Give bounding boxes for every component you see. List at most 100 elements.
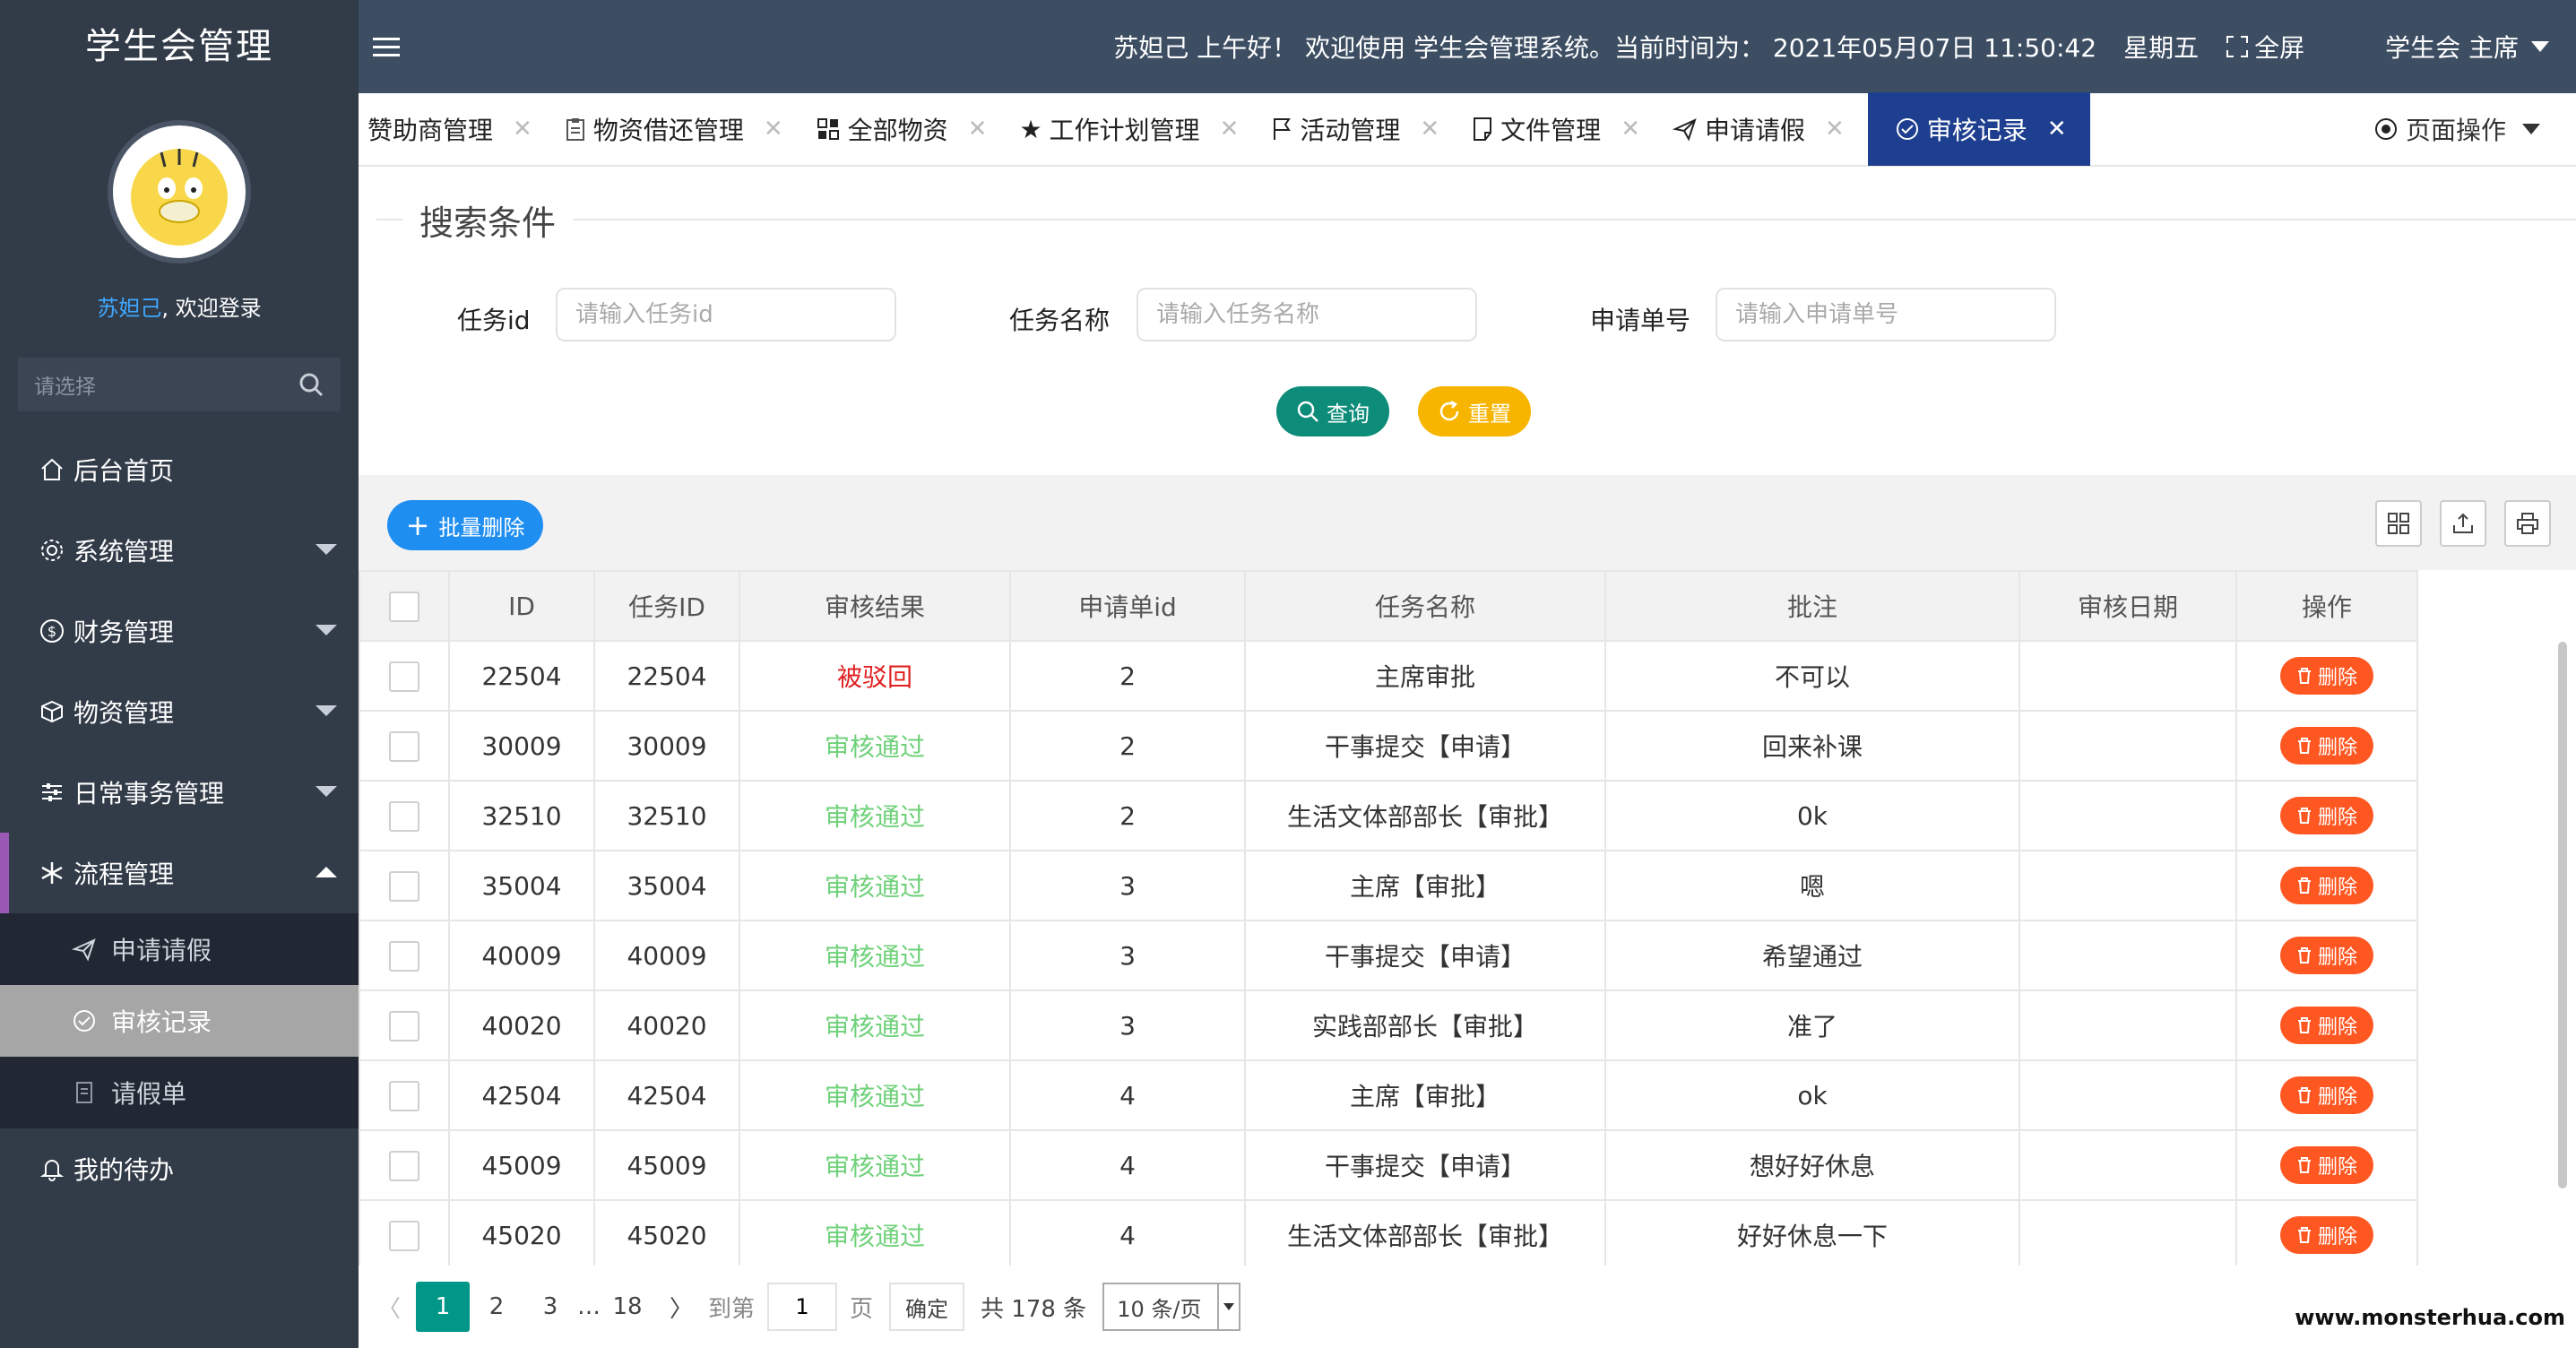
table-row[interactable]: 35004 35004 审核通过 3 主席【审批】嗯删除 <box>359 850 2418 921</box>
column-header[interactable]: 审核结果 <box>739 570 1011 642</box>
page-operations-menu[interactable]: 页面操作 <box>2373 111 2576 147</box>
delete-button[interactable]: 删除 <box>2280 867 2373 904</box>
avatar[interactable] <box>108 120 251 264</box>
tab-all-materials[interactable]: 全部物资 ✕ <box>807 92 1011 166</box>
page-button[interactable]: 18 <box>601 1282 654 1332</box>
sidebar-item-home[interactable]: 后台首页 <box>0 429 359 510</box>
row-select-cell[interactable] <box>359 710 450 782</box>
delete-button[interactable]: 删除 <box>2280 1146 2373 1184</box>
goto-page-input[interactable] <box>767 1283 838 1331</box>
row-select-cell[interactable] <box>359 850 450 921</box>
sidebar-item-process[interactable]: 流程管理 <box>0 833 359 913</box>
next-page-button[interactable]: 〉 <box>654 1282 708 1332</box>
row-checkbox[interactable] <box>389 1150 419 1181</box>
close-icon[interactable]: ✕ <box>1420 116 1439 143</box>
tab-files[interactable]: 文件管理 ✕ <box>1463 92 1664 166</box>
table-row[interactable]: 40020 40020 审核通过 3 实践部部长【审批】 准了 删除 <box>359 989 2418 1061</box>
row-select-cell[interactable] <box>359 1129 450 1201</box>
tab-work-plans[interactable]: ★ 工作计划管理 ✕ <box>1010 92 1262 166</box>
task-name-input[interactable] <box>1137 288 1477 341</box>
export-button[interactable] <box>2440 500 2486 547</box>
column-header[interactable]: 批注 <box>1604 570 2020 642</box>
row-checkbox[interactable] <box>389 661 419 692</box>
table-row[interactable]: 40009 40009 审核通过 3 干事提交【申请】 希望通过 删除 <box>359 920 2418 991</box>
select-all-cell[interactable] <box>359 570 450 642</box>
tab-material-lending[interactable]: 物资借还管理 ✕ <box>556 92 807 166</box>
columns-filter-button[interactable] <box>2375 500 2422 547</box>
row-select-cell[interactable] <box>359 989 450 1061</box>
table-row[interactable]: 45020 45020 审核通过 4 生活文体部部长【审批】 好好休息一下 删除 <box>359 1199 2418 1271</box>
application-no-input[interactable] <box>1716 288 2056 341</box>
delete-button[interactable]: 删除 <box>2280 1007 2373 1044</box>
row-select-cell[interactable] <box>359 920 450 991</box>
delete-button[interactable]: 删除 <box>2280 727 2373 765</box>
welcome-username[interactable]: 苏妲己 <box>97 296 161 321</box>
sidebar-item-finance[interactable]: $ 财务管理 <box>0 591 359 671</box>
prev-page-button[interactable]: 〈 <box>362 1282 416 1332</box>
sidebar-subitem-audit-records[interactable]: 审核记录 <box>0 985 359 1057</box>
page-button[interactable]: 3 <box>523 1282 577 1332</box>
delete-button[interactable]: 删除 <box>2280 797 2373 834</box>
row-checkbox[interactable] <box>389 800 419 832</box>
table-row[interactable]: 30009 30009 审核通过 2 干事提交【申请】 回来补课 删除 <box>359 710 2418 782</box>
select-all-checkbox[interactable] <box>389 591 419 622</box>
tab-sponsors[interactable]: 赞助商管理 ✕ <box>359 92 556 166</box>
column-header[interactable]: 申请单id <box>1009 570 1246 642</box>
user-menu[interactable]: 学生会 主席 <box>2385 29 2549 65</box>
tab-leave-apply[interactable]: 申请请假 ✕ <box>1664 92 1868 166</box>
close-icon[interactable]: ✕ <box>1220 116 1240 143</box>
search-icon[interactable] <box>298 371 324 398</box>
row-checkbox[interactable] <box>389 1220 419 1251</box>
menu-search[interactable]: 请选择 <box>18 358 341 411</box>
sidebar-item-my-todo[interactable]: 我的待办 <box>0 1128 359 1209</box>
menu-toggle-icon[interactable] <box>373 32 400 62</box>
close-icon[interactable]: ✕ <box>2047 116 2067 143</box>
row-checkbox[interactable] <box>389 1080 419 1111</box>
row-select-cell[interactable] <box>359 1059 450 1131</box>
table-scrollbar[interactable] <box>2558 642 2567 1188</box>
close-icon[interactable]: ✕ <box>1825 116 1845 143</box>
delete-button[interactable]: 删除 <box>2280 937 2373 974</box>
sidebar-item-system[interactable]: 系统管理 <box>0 510 359 591</box>
task-id-input[interactable] <box>556 288 896 341</box>
close-icon[interactable]: ✕ <box>764 116 783 143</box>
tab-audit-records[interactable]: 审核记录 ✕ <box>1867 92 2090 166</box>
delete-button[interactable]: 删除 <box>2280 1216 2373 1254</box>
sidebar-subitem-leave-form[interactable]: 请假单 <box>0 1057 359 1128</box>
page-size-select[interactable]: 10 条/页 <box>1102 1283 1241 1331</box>
page-button[interactable]: 1 <box>416 1282 470 1332</box>
table-row[interactable]: 32510 32510 审核通过 2 生活文体部部长【审批】 0k 删除 <box>359 780 2418 851</box>
reset-button[interactable]: 重置 <box>1418 386 1531 436</box>
delete-button[interactable]: 删除 <box>2280 1076 2373 1114</box>
table-row[interactable]: 22504 22504 被驳回 2 主席审批 不可以 删除 <box>359 640 2418 712</box>
table-row[interactable]: 42504 42504 审核通过 4 主席【审批】 ok 删除 <box>359 1059 2418 1131</box>
row-checkbox[interactable] <box>389 730 419 762</box>
sidebar-item-materials[interactable]: 物资管理 <box>0 671 359 752</box>
column-header[interactable]: 任务ID <box>593 570 740 642</box>
row-select-cell[interactable] <box>359 780 450 851</box>
search-legend: 搜索条件 <box>412 195 564 245</box>
sidebar-subitem-leave-apply[interactable]: 申请请假 <box>0 913 359 985</box>
page-size-value: 10 条/页 <box>1117 1296 1202 1322</box>
close-icon[interactable]: ✕ <box>968 116 988 143</box>
row-select-cell[interactable] <box>359 1199 450 1271</box>
goto-confirm-button[interactable]: 确定 <box>889 1283 965 1331</box>
sidebar-item-daily-affairs[interactable]: 日常事务管理 <box>0 752 359 833</box>
row-checkbox[interactable] <box>389 870 419 902</box>
close-icon[interactable]: ✕ <box>513 116 532 143</box>
column-header[interactable]: 任务名称 <box>1244 570 1606 642</box>
close-icon[interactable]: ✕ <box>1621 116 1640 143</box>
row-checkbox[interactable] <box>389 1010 419 1041</box>
table-row[interactable]: 45009 45009 审核通过 4 干事提交【申请】 想好好休息 删除 <box>359 1129 2418 1201</box>
column-header[interactable]: ID <box>448 570 595 642</box>
column-header[interactable]: 审核日期 <box>2018 570 2237 642</box>
page-button[interactable]: 2 <box>470 1282 523 1332</box>
print-button[interactable] <box>2504 500 2551 547</box>
fullscreen-button[interactable]: 全屏 <box>2226 29 2304 65</box>
batch-delete-button[interactable]: + 批量删除 <box>387 500 543 550</box>
row-checkbox[interactable] <box>389 940 419 972</box>
delete-button[interactable]: 删除 <box>2280 657 2373 695</box>
tab-activities[interactable]: 活动管理 ✕ <box>1262 92 1463 166</box>
row-select-cell[interactable] <box>359 640 450 712</box>
query-button[interactable]: 查询 <box>1276 386 1389 436</box>
